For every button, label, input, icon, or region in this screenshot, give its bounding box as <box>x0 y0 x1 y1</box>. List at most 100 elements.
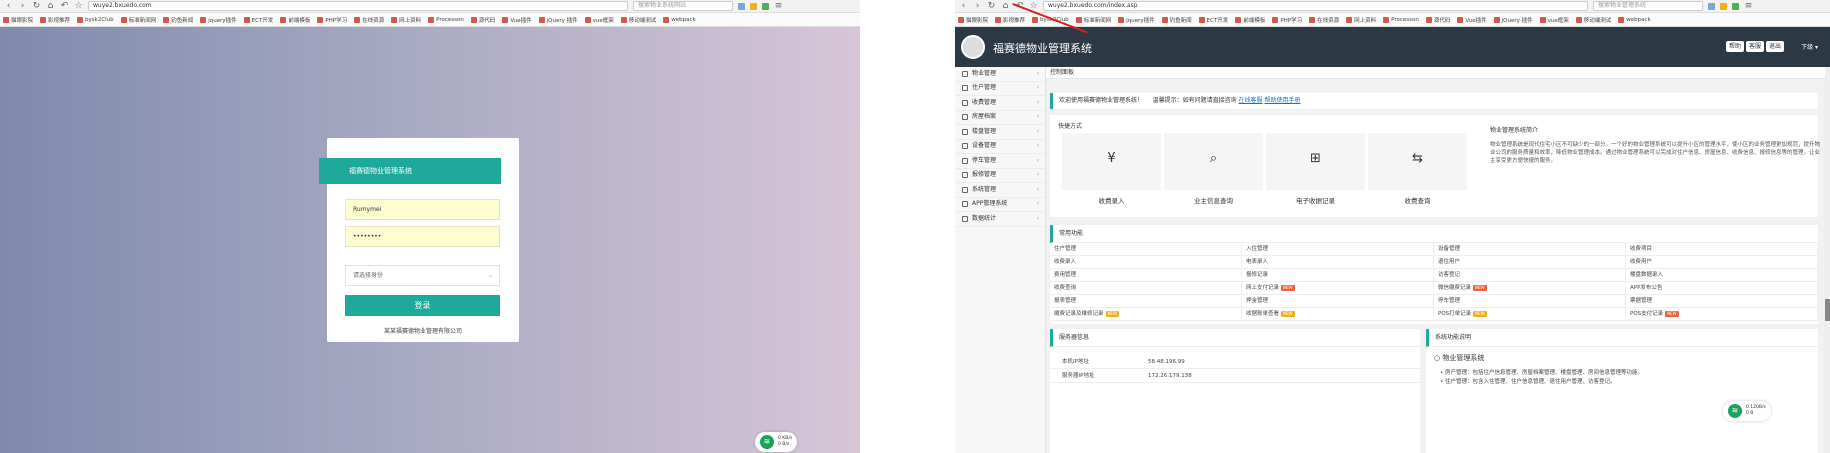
bookmark-item[interactable]: vue框架 <box>584 16 614 24</box>
bookmark-item[interactable]: webpack <box>663 16 696 23</box>
function-link[interactable]: 收费录入 <box>1050 256 1242 269</box>
sidebar-item[interactable]: 房屋档案 ‹ <box>955 111 1045 125</box>
home-icon[interactable]: ⌂ <box>46 1 55 11</box>
bookmark-item[interactable]: bysk2Club <box>77 16 114 23</box>
function-link[interactable]: 收据账单查看 NEW <box>1242 308 1434 321</box>
function-link[interactable]: 访客登记 <box>1434 269 1626 282</box>
bookmark-item[interactable]: Processon <box>1383 16 1419 23</box>
refresh-icon[interactable]: ↻ <box>32 1 41 11</box>
sidebar-item[interactable]: APP管理系统 ‹ <box>955 198 1045 212</box>
menu-icon[interactable]: ≡ <box>1744 1 1753 11</box>
bookmark-item[interactable]: 在线资源 <box>1309 16 1339 24</box>
bookmark-item[interactable]: 钓鱼新闻 <box>1161 16 1192 24</box>
bookmark-item[interactable]: 猫眼影院 <box>3 16 33 24</box>
function-link[interactable]: 入住管理 <box>1242 243 1434 256</box>
bookmark-item[interactable]: PHP学习 <box>1272 16 1302 24</box>
username-field[interactable]: Rumymei <box>345 199 500 220</box>
undo-icon[interactable]: ↶ <box>60 1 69 11</box>
bookmark-item[interactable]: 钓鱼新闻 <box>163 16 193 24</box>
back-icon[interactable]: ‹ <box>959 1 968 11</box>
function-link[interactable]: 收费查询 <box>1050 282 1242 295</box>
quick-item[interactable]: ¥ <box>1062 133 1161 190</box>
sidebar-item[interactable]: 楼盘管理 ‹ <box>955 125 1045 140</box>
function-link[interactable]: 住户管理 <box>1050 243 1242 256</box>
bookmark-item[interactable]: 前端模板 <box>1235 16 1265 24</box>
quick-label[interactable]: 业主信息查询 <box>1164 195 1263 205</box>
function-link[interactable]: 微信缴费记录 NEW <box>1434 282 1626 295</box>
bookmark-item[interactable]: vue框架 <box>1539 16 1569 24</box>
bookmark-item[interactable]: ECT开发 <box>1198 16 1228 24</box>
bookmark-item[interactable]: 标准新闻网 <box>120 16 156 24</box>
bookmark-item[interactable]: 源代码 <box>470 16 495 24</box>
bookmark-item[interactable]: 猫眼影院 <box>958 16 988 24</box>
function-link[interactable]: 费用管理 <box>1050 269 1242 282</box>
function-link[interactable]: 收费项目 <box>1626 243 1818 256</box>
function-link[interactable]: 停车管理 <box>1434 295 1626 308</box>
sidebar-item[interactable]: 报修管理 ‹ <box>955 169 1045 183</box>
bookmark-item[interactable]: 源代码 <box>1425 16 1450 24</box>
extension-icon[interactable] <box>1732 2 1739 10</box>
logout-button[interactable]: 退出 <box>1765 41 1784 52</box>
function-link[interactable]: 网上支付记录 NEW <box>1242 282 1434 295</box>
sidebar-item[interactable]: 设备管理 ‹ <box>955 140 1045 154</box>
back-icon[interactable]: ‹ <box>4 1 13 11</box>
address-bar[interactable]: wuye2.bxuedo.com <box>88 1 628 11</box>
function-link[interactable]: 楼盘数据录入 <box>1626 269 1818 282</box>
sidebar-item[interactable]: 数据统计 ‹ <box>955 212 1045 227</box>
function-link[interactable]: 押金管理 <box>1242 295 1434 308</box>
address-bar[interactable]: wuye2.bxuedo.com/index.asp <box>1043 1 1588 11</box>
login-button[interactable]: 登录 <box>345 295 500 316</box>
function-link[interactable]: 报修记录 <box>1242 269 1434 282</box>
bookmark-item[interactable]: 前端模板 <box>280 16 310 24</box>
bookmark-item[interactable]: 影视推荐 <box>40 16 70 24</box>
forward-icon[interactable]: › <box>973 1 982 11</box>
bookmark-item[interactable]: 移动端测试 <box>620 16 656 24</box>
bookmark-item[interactable]: 标准新闻网 <box>1075 16 1111 24</box>
network-speed-widget[interactable]: ≋ 0 KB/s 0 B/s <box>755 432 798 452</box>
search-box[interactable]: 搜索物业管理系统 <box>1593 1 1703 11</box>
function-link[interactable]: POS打单记录 NEW <box>1434 308 1626 321</box>
search-box[interactable]: 搜索物业系统网站 <box>633 1 733 11</box>
quick-label[interactable]: 收费查询 <box>1368 195 1467 205</box>
bookmark-item[interactable]: Processon <box>428 16 464 23</box>
user-menu[interactable]: 下级 ▾ <box>1801 42 1818 51</box>
bookmark-item[interactable]: 影视推荐 <box>995 16 1025 24</box>
help-manual-link[interactable]: 帮助使用手册 <box>1264 97 1300 104</box>
sidebar-item[interactable]: 停车管理 ‹ <box>955 154 1045 169</box>
function-link[interactable]: 退住用户 <box>1434 256 1626 269</box>
extension-icon[interactable] <box>738 2 745 10</box>
role-select[interactable]: 请选择身份 ⌄ <box>345 265 500 286</box>
sidebar-item[interactable]: 系统管理 ‹ <box>955 183 1045 198</box>
refresh-icon[interactable]: ↻ <box>987 1 996 11</box>
sidebar-item[interactable]: 物业管理 ‹ <box>955 67 1045 82</box>
function-link[interactable]: 收费用户 <box>1626 256 1818 269</box>
bookmark-item[interactable]: jquery插件 <box>200 16 237 24</box>
quick-item[interactable]: ⇆ <box>1368 133 1467 190</box>
function-link[interactable]: 电表录入 <box>1242 256 1434 269</box>
quick-item[interactable]: ⌕ <box>1164 133 1263 190</box>
extension-icon[interactable] <box>762 2 769 10</box>
quick-item[interactable]: ⊞ <box>1266 133 1365 190</box>
sidebar-item[interactable]: 收费管理 ‹ <box>955 96 1045 111</box>
scrollbar[interactable] <box>1825 67 1830 453</box>
function-link[interactable]: 报表管理 <box>1050 295 1242 308</box>
bookmark-item[interactable]: ECT开发 <box>243 16 273 24</box>
bookmark-item[interactable]: jquery插件 <box>1118 16 1155 24</box>
home-icon[interactable]: ⌂ <box>1001 1 1010 11</box>
help-button[interactable]: 帮助 <box>1725 41 1744 52</box>
menu-icon[interactable]: ≡ <box>774 1 783 11</box>
password-field[interactable]: •••••••• <box>345 226 500 247</box>
sidebar-item[interactable]: 住户管理 ‹ <box>955 82 1045 96</box>
scrollbar-thumb[interactable] <box>1825 299 1830 321</box>
star-icon[interactable]: ☆ <box>74 1 83 11</box>
bookmark-item[interactable]: 网上资料 <box>1346 16 1376 24</box>
bookmark-item[interactable]: 网上资料 <box>391 16 421 24</box>
network-speed-widget[interactable]: ≋ 0 120B/s 0 B <box>1723 401 1771 421</box>
bookmark-item[interactable]: jQuery 插件 <box>1493 16 1533 24</box>
quick-label[interactable]: 电子收据记录 <box>1266 195 1365 205</box>
quick-label[interactable]: 收费录入 <box>1062 195 1161 205</box>
bookmark-item[interactable]: 移动端测试 <box>1575 16 1611 24</box>
online-support-link[interactable]: 在线客服 <box>1239 97 1263 104</box>
bookmark-item[interactable]: PHP学习 <box>317 16 347 24</box>
function-link[interactable]: APP发布公告 <box>1626 282 1818 295</box>
